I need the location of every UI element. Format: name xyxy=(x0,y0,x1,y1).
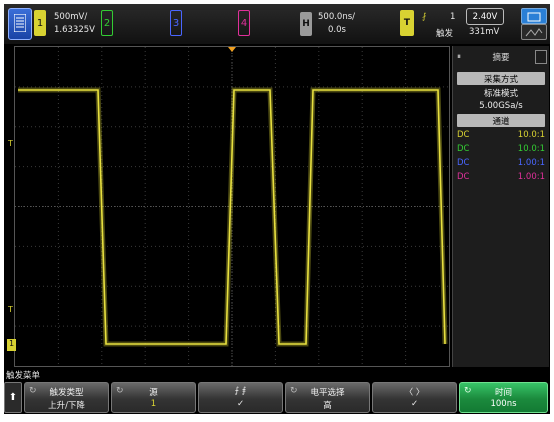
time-scale: 500.0ns/ xyxy=(318,12,356,22)
ch4-badge[interactable]: 4 xyxy=(238,10,250,36)
trigger-level-marker: T xyxy=(8,139,13,148)
summary-panel: ⏸ 摘要 采集方式 标准模式 5.00GSa/s 通道 DC 10.0:1 DC… xyxy=(452,46,549,367)
softkey-condition-value: ✓ xyxy=(410,399,419,409)
run-button[interactable] xyxy=(521,8,547,24)
ch1-probe: 10.0:1 xyxy=(517,130,545,140)
trigger-position-marker xyxy=(228,47,236,52)
softkey-source[interactable]: ↻ 源 1 xyxy=(111,382,196,413)
oscilloscope-screen: 1 500mV/ 1.63325V 2 3 4 H 500.0ns/ 0.0s … xyxy=(4,4,550,414)
tab-summary-label: 摘要 xyxy=(492,53,510,63)
acquire-header: 采集方式 xyxy=(457,72,545,85)
top-status-bar: 1 500mV/ 1.63325V 2 3 4 H 500.0ns/ 0.0s … xyxy=(4,4,550,44)
trigger-level-marker-2: T xyxy=(8,305,13,314)
ch1-coupling: DC xyxy=(457,130,470,140)
trigger-mode: 触发 xyxy=(436,29,454,39)
ch3-probe: 1.00:1 xyxy=(517,158,545,168)
channel-row-1: DC 10.0:1 xyxy=(457,130,545,143)
ch1-ground-marker: 1 xyxy=(7,339,16,351)
ch1-offset: 1.63325V xyxy=(54,25,95,35)
ch3-badge[interactable]: 3 xyxy=(170,10,182,36)
softkey-level-select[interactable]: ↻ 电平选择 高 xyxy=(285,382,370,413)
tab-summary[interactable]: 摘要 xyxy=(469,50,533,64)
softkey-time-label: 时间 xyxy=(494,388,512,398)
ch2-badge[interactable]: 2 xyxy=(101,10,113,36)
ch1-badge[interactable]: 1 xyxy=(34,10,46,36)
softkey-time[interactable]: ↻ 时间 100ns xyxy=(459,382,548,413)
softkey-time-value: 100ns xyxy=(490,399,517,409)
channels-header: 通道 xyxy=(457,114,545,127)
menu-button[interactable] xyxy=(8,8,32,40)
sample-rate: 5.00GSa/s xyxy=(479,101,523,111)
trigger-level-secondary: 331mV xyxy=(469,27,500,37)
softkey-slope-value: ✓ xyxy=(236,399,245,409)
softkey-slope[interactable]: ⨍ ⨎ ✓ xyxy=(198,382,283,413)
softkey-level-select-value: 高 xyxy=(323,401,332,411)
menu-title: 触发菜单 xyxy=(6,371,41,381)
trigger-source: 1 xyxy=(450,12,456,22)
softkey-level-select-label: 电平选择 xyxy=(310,388,345,398)
ch2-coupling: DC xyxy=(457,144,470,154)
up-arrow-icon: ⬆ xyxy=(8,392,18,403)
softkey-trigger-type-value: 上升/下降 xyxy=(48,401,85,411)
softkey-slope-label: ⨍ ⨎ xyxy=(234,386,247,396)
ch3-coupling: DC xyxy=(457,158,470,168)
acquire-mode: 标准模式 xyxy=(483,89,518,99)
autoscale-icon xyxy=(525,28,543,37)
softkey-condition[interactable]: 〈 〉 ✓ xyxy=(372,382,457,413)
softkey-bar: ⬆ ↻ 触发类型 上升/下降 ↻ 源 1 ⨍ ⨎ ✓ ↻ 电平选择 高 〈 〉 … xyxy=(4,382,550,414)
horizontal-badge[interactable]: H xyxy=(300,12,312,36)
back-button[interactable]: ⬆ xyxy=(4,382,22,413)
softkey-condition-label: 〈 〉 xyxy=(404,388,425,398)
softkey-source-label: 源 xyxy=(149,388,158,398)
panel-expand-icon[interactable] xyxy=(535,50,547,64)
channel-row-4: DC 1.00:1 xyxy=(457,172,545,185)
trigger-badge[interactable]: T xyxy=(400,10,414,36)
auto-scale-button[interactable] xyxy=(521,24,547,40)
ch1-scale: 500mV/ xyxy=(54,12,88,22)
channel-row-3: DC 1.00:1 xyxy=(457,158,545,171)
softkey-trigger-type[interactable]: ↻ 触发类型 上升/下降 xyxy=(24,382,109,413)
ch4-coupling: DC xyxy=(457,172,470,182)
ch4-probe: 1.00:1 xyxy=(517,172,545,182)
softkey-source-value: 1 xyxy=(150,399,157,409)
menu-icon xyxy=(14,14,26,32)
softkey-trigger-type-label: 触发类型 xyxy=(49,388,84,398)
panel-left-arrow-icon[interactable]: ⏸ xyxy=(457,52,461,62)
trigger-level[interactable]: 2.40V xyxy=(466,8,504,25)
channel-row-2: DC 10.0:1 xyxy=(457,144,545,157)
waveform-graticule xyxy=(15,47,449,366)
time-delay: 0.0s xyxy=(328,25,346,35)
ch2-probe: 10.0:1 xyxy=(517,144,545,154)
trigger-level-value: 2.40V xyxy=(472,11,498,22)
trigger-edge-icon: ⨏ xyxy=(422,12,427,22)
waveform-display[interactable]: T T 1 xyxy=(7,46,450,367)
run-icon xyxy=(527,12,541,22)
